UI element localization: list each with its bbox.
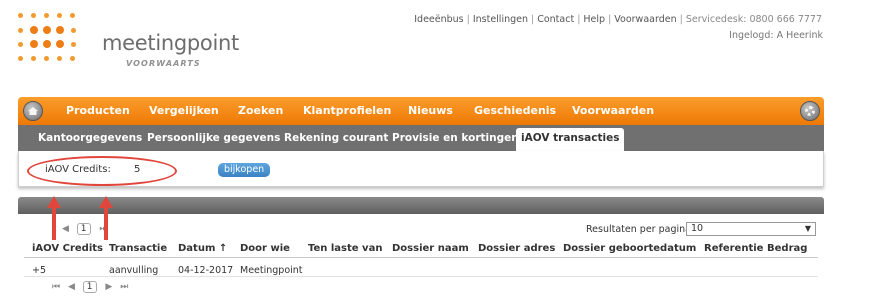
link-voorwaarden[interactable]: Voorwaarden — [614, 14, 676, 25]
column-header[interactable]: Dossier naam — [392, 243, 469, 254]
table-cell: Meetingpoint — [240, 265, 303, 276]
tab-provisie-en-kortingen[interactable]: Provisie en kortingen — [392, 132, 519, 144]
pager-bottom: ⏮ ◀ 1 ▶ ⏭ — [52, 281, 133, 293]
header-divider — [24, 257, 818, 258]
row-divider — [24, 276, 818, 277]
buy-credits-button[interactable]: bijkopen — [218, 163, 271, 177]
annotation-ellipse — [27, 156, 177, 186]
menu-item-vergelijken[interactable]: Vergelijken — [149, 104, 219, 117]
page-number[interactable]: 1 — [82, 281, 97, 293]
table-cell: 04-12-2017 — [178, 265, 234, 276]
credits-panel: iAOV Credits: 5 bijkopen — [18, 151, 824, 187]
prev-page-icon[interactable]: ◀ — [62, 224, 69, 234]
column-header[interactable]: Door wie — [240, 243, 290, 254]
prev-page-icon[interactable]: ◀ — [68, 282, 75, 292]
table-cell: aanvulling — [109, 265, 159, 276]
table-cell: +5 — [32, 265, 47, 276]
per-page-label: Resultaten per pagina: — [586, 224, 695, 235]
menu-item-zoeken[interactable]: Zoeken — [238, 104, 283, 117]
link-ideeenbus[interactable]: Ideeënbus — [414, 14, 463, 25]
column-header[interactable]: iAOV Credits — [32, 243, 103, 254]
grid-header-bar — [18, 197, 824, 214]
last-page-icon[interactable]: ⏭ — [120, 282, 128, 292]
column-header[interactable]: Dossier adres — [478, 243, 555, 254]
brand-name: meetingpoint — [102, 31, 239, 55]
chevron-down-icon: ▼ — [804, 224, 811, 233]
annotation-arrow-up — [47, 196, 61, 240]
gear-icon[interactable] — [800, 101, 820, 121]
per-page-value: 10 — [691, 223, 704, 234]
link-help[interactable]: Help — [583, 14, 605, 25]
tab-iaov-transacties[interactable]: iAOV transacties — [516, 128, 625, 151]
per-page-select[interactable]: 10 ▼ — [686, 222, 816, 236]
column-header[interactable]: Transactie — [109, 243, 167, 254]
logged-in-user: Ingelogd: A Heerink — [729, 30, 823, 41]
top-links: Ideeënbus | Instellingen | Contact | Help | Voor… — [414, 14, 822, 25]
first-page-icon[interactable]: ⏮ — [52, 282, 60, 292]
servicedesk-text: Servicedesk: 0800 666 7777 — [685, 14, 822, 25]
column-header[interactable]: Dossier geboortedatum — [563, 243, 696, 254]
tab-rekening-courant[interactable]: Rekening courant — [284, 132, 388, 144]
link-contact[interactable]: Contact — [537, 14, 574, 25]
column-header[interactable]: Datum ↑ — [178, 243, 227, 254]
menu-item-geschiedenis[interactable]: Geschiedenis — [474, 104, 556, 117]
page-number[interactable]: 1 — [76, 223, 91, 235]
annotation-arrow-up — [99, 196, 113, 240]
column-header[interactable]: Ten laste van — [308, 243, 382, 254]
home-icon[interactable] — [23, 101, 43, 121]
menu-item-nieuws[interactable]: Nieuws — [408, 104, 453, 117]
menu-item-klantprofielen[interactable]: Klantprofielen — [303, 104, 391, 117]
column-header[interactable]: Bedrag — [767, 243, 807, 254]
next-page-icon[interactable]: ▶ — [105, 282, 112, 292]
brand-tagline: VOORWAARTS — [126, 59, 201, 68]
logo-mark — [18, 12, 88, 76]
main-menu: Producten Vergelijken Zoeken Klantprofie… — [18, 97, 824, 125]
menu-item-producten[interactable]: Producten — [66, 104, 130, 117]
transactions-grid: ◀ 1 ⏭ Resultaten per pagina: 10 ▼ iAOV C… — [18, 214, 824, 297]
sub-menu: Kantoorgegevens Persoonlijke gegevens Re… — [18, 125, 824, 151]
link-instellingen[interactable]: Instellingen — [473, 14, 528, 25]
column-header[interactable]: Referentie — [704, 243, 763, 254]
tab-kantoorgegevens[interactable]: Kantoorgegevens — [38, 132, 142, 144]
menu-item-voorwaarden[interactable]: Voorwaarden — [572, 104, 654, 117]
tab-persoonlijke-gegevens[interactable]: Persoonlijke gegevens — [147, 132, 280, 144]
